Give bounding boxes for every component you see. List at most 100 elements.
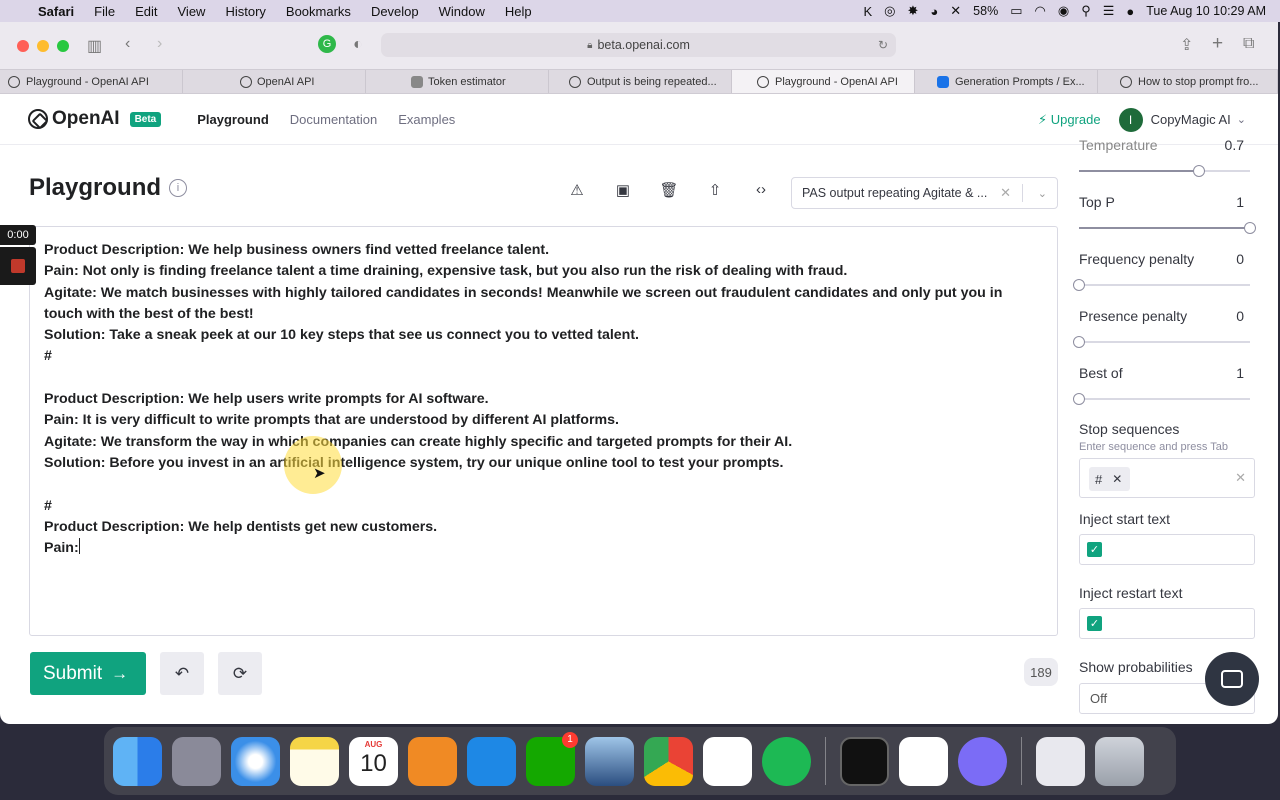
chevron-down-icon[interactable]: ⌄ [1038,187,1047,200]
books-icon[interactable] [408,736,457,786]
browser-tab[interactable]: Generation Prompts / Ex... [915,70,1098,93]
remove-chip-icon[interactable]: ✕ [1112,472,1122,486]
temperature-slider[interactable] [1079,165,1250,177]
preview-icon[interactable] [585,736,634,786]
code-icon[interactable]: ‹› [749,181,773,199]
new-tab-icon[interactable]: + [1212,33,1223,55]
prompt-editor[interactable]: Product Description: We help business ow… [29,226,1058,636]
upgrade-link[interactable]: ⚡︎ Upgrade [1038,112,1101,128]
slack-icon[interactable] [703,736,752,786]
share-icon[interactable]: ⇧ [703,181,727,199]
menu-view[interactable]: View [168,4,216,19]
close-window-button[interactable] [17,39,29,52]
trash-icon[interactable] [1095,736,1144,786]
avatar[interactable]: I [1118,107,1143,132]
menu-bookmarks[interactable]: Bookmarks [276,4,361,19]
browser-tab[interactable]: How to stop prompt fro... [1098,70,1278,93]
sidebar-toggle-icon[interactable]: ▥ [87,36,102,56]
warning-icon[interactable]: ⚠︎ [565,181,589,199]
menu-help[interactable]: Help [495,4,542,19]
upwork-icon[interactable]: 1 [526,731,578,786]
inject-start-checkbox[interactable]: ✓ [1087,542,1102,557]
openai-logo[interactable]: OpenAI Beta [28,108,162,130]
spotlight-search-icon[interactable]: ⚲ [1081,3,1091,19]
undo-icon: ↶ [174,663,190,683]
downloads-stack-icon[interactable] [1036,736,1085,786]
best-of-label: Best of 1 [1079,365,1244,381]
stop-recording-button[interactable] [0,247,36,285]
user-switch-icon[interactable]: ◉ [1058,3,1069,19]
finder-icon[interactable] [113,736,162,786]
undo-button[interactable]: ↶ [160,652,204,695]
privacy-shield-icon[interactable]: ◐ [353,36,363,54]
nav-examples[interactable]: Examples [398,112,455,127]
creative-cloud-icon[interactable]: ◎ [884,3,895,19]
menu-app-name[interactable]: Safari [34,4,84,19]
safari-icon[interactable] [231,736,280,786]
inject-restart-input[interactable]: ✓ [1079,608,1255,639]
zoom-window-button[interactable] [57,39,69,52]
chevron-down-icon[interactable]: ⌄ [1237,113,1246,126]
top-p-slider[interactable] [1079,222,1256,234]
forward-icon[interactable]: › [157,35,162,53]
inject-restart-checkbox[interactable]: ✓ [1087,616,1102,631]
minimize-window-button[interactable] [37,39,49,52]
best-of-slider[interactable] [1073,393,1250,405]
k-app-icon[interactable]: K [863,4,872,19]
browser-tab[interactable]: Output is being repeated... [549,70,732,93]
stop-sequences-input[interactable]: # ✕ ✕ [1079,458,1255,498]
grammarly-icon[interactable]: G [318,35,336,53]
chat-status-icon[interactable]: ◕ [930,4,938,19]
bluetooth-icon[interactable]: ✕ [950,3,961,19]
browser-tab-active[interactable]: Playground - OpenAI API [732,70,915,93]
org-name[interactable]: CopyMagic AI [1151,112,1231,127]
clear-icon[interactable]: ✕ [1235,470,1246,486]
menu-history[interactable]: History [215,4,275,19]
preset-select[interactable]: PAS output repeating Agitate & ... ✕ ⌄ [791,177,1058,209]
address-bar[interactable]: 🔒︎ beta.openai.com ↻ [381,33,896,57]
wifi-icon[interactable]: ◠ [1035,3,1046,19]
control-center-icon[interactable]: ☰ [1103,3,1115,19]
activity-monitor-icon[interactable] [840,736,889,786]
regenerate-button[interactable]: ⟳ [218,652,262,695]
submit-button[interactable]: Submit → [30,652,146,695]
support-chat-button[interactable] [1205,652,1259,706]
inject-start-input[interactable]: ✓ [1079,534,1255,565]
info-icon[interactable]: i [169,179,188,197]
back-icon[interactable]: ‹ [125,35,130,53]
launchpad-icon[interactable] [172,736,221,786]
frequency-penalty-slider[interactable] [1073,279,1250,291]
browser-tab[interactable]: Token estimator [366,70,549,93]
trash-icon[interactable]: 🗑︎ [657,181,681,199]
browser-tab[interactable]: OpenAI API [183,70,366,93]
slider-knob[interactable] [1244,222,1256,234]
kajabi-icon[interactable] [899,736,948,786]
slider-knob[interactable] [1073,393,1085,405]
tab-overview-icon[interactable]: ⧉ [1243,35,1254,53]
menu-edit[interactable]: Edit [125,4,167,19]
browser-tab[interactable]: Playground - OpenAI API [0,70,183,93]
nav-playground[interactable]: Playground [197,112,269,127]
save-icon[interactable]: ▣ [611,181,635,199]
menu-develop[interactable]: Develop [361,4,429,19]
chrome-icon[interactable] [644,736,693,786]
gear-icon[interactable]: ✸ [908,3,919,19]
siri-icon[interactable]: ● [1126,4,1134,19]
slider-knob[interactable] [1192,165,1205,177]
slider-knob[interactable] [1073,279,1085,291]
share-icon[interactable]: ⇪ [1180,35,1193,55]
notes-icon[interactable] [290,736,339,786]
presence-penalty-slider[interactable] [1073,336,1250,348]
reload-icon[interactable]: ↻ [878,38,888,52]
battery-icon[interactable]: ▭ [1010,3,1022,19]
app-store-icon[interactable] [467,736,516,786]
clear-preset-icon[interactable]: ✕ [1000,185,1011,201]
menu-file[interactable]: File [84,4,125,19]
nav-documentation[interactable]: Documentation [290,112,377,127]
menu-window[interactable]: Window [429,4,495,19]
menu-clock[interactable]: Tue Aug 10 10:29 AM [1146,4,1266,18]
settings-flower-icon[interactable] [958,736,1007,786]
slider-knob[interactable] [1073,336,1085,348]
calendar-icon[interactable]: AUG 10 [349,736,398,786]
spotify-icon[interactable] [762,736,811,786]
